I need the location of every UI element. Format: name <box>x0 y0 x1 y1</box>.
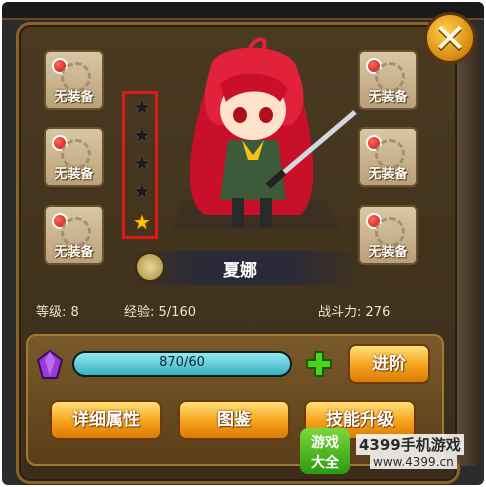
star-filled-icon: ★ <box>133 210 151 234</box>
equipment-slot-right-1[interactable]: 无装备 <box>358 50 418 110</box>
close-button[interactable]: ✕ <box>424 12 476 64</box>
watermark-url: www.4399.cn <box>370 455 457 469</box>
star-empty-icon: ★ <box>133 123 151 147</box>
equipment-slot-left-3[interactable]: 无装备 <box>44 205 104 265</box>
power-label: 战斗力: <box>318 305 362 320</box>
advance-button[interactable]: 进阶 <box>348 344 430 384</box>
scroll-rail[interactable] <box>457 26 479 466</box>
close-icon: ✕ <box>433 16 467 62</box>
slot-label: 无装备 <box>54 245 94 260</box>
gem-icon <box>36 350 64 379</box>
progress-text: 870/60 <box>159 355 205 370</box>
equipment-slot-left-1[interactable]: 无装备 <box>44 50 104 110</box>
details-button[interactable]: 详细属性 <box>50 400 162 440</box>
slot-label: 无装备 <box>368 167 408 182</box>
exp-label: 经验: <box>124 305 155 320</box>
codex-button[interactable]: 图鉴 <box>178 400 290 440</box>
weapon-type-icon <box>135 252 165 282</box>
watermark-brand: 4399手机游戏 <box>356 434 464 455</box>
level-label: 等级: <box>36 305 67 320</box>
watermark-logo: 游戏 大全 <box>300 428 350 474</box>
exp-stat: 经验: 5/160 <box>124 301 196 320</box>
level-stat: 等级: 8 <box>36 301 79 320</box>
star-empty-icon: ★ <box>133 151 151 175</box>
power-value: 276 <box>365 305 391 320</box>
watermark: 游戏 大全 4399手机游戏 www.4399.cn <box>300 428 480 476</box>
advance-progress-bar: 870/60 <box>72 351 292 377</box>
logo-text-bottom: 大全 <box>311 455 339 471</box>
exp-value: 5/160 <box>158 305 196 320</box>
equipment-slot-right-2[interactable]: 无装备 <box>358 127 418 187</box>
slot-label: 无装备 <box>54 90 94 105</box>
hero-name: 夏娜 <box>223 261 257 281</box>
logo-text-top: 游戏 <box>311 435 339 451</box>
slot-label: 无装备 <box>368 90 408 105</box>
plus-icon[interactable] <box>305 350 333 378</box>
slot-label: 无装备 <box>54 167 94 182</box>
level-value: 8 <box>70 305 79 320</box>
hero-portrait <box>170 37 357 230</box>
power-stat: 战斗力: 276 <box>318 301 390 320</box>
star-empty-icon: ★ <box>133 179 151 203</box>
equipment-slot-right-3[interactable]: 无装备 <box>358 205 418 265</box>
equipment-slot-left-2[interactable]: 无装备 <box>44 127 104 187</box>
top-strip <box>2 2 484 20</box>
star-empty-icon: ★ <box>133 95 151 119</box>
slot-label: 无装备 <box>368 245 408 260</box>
